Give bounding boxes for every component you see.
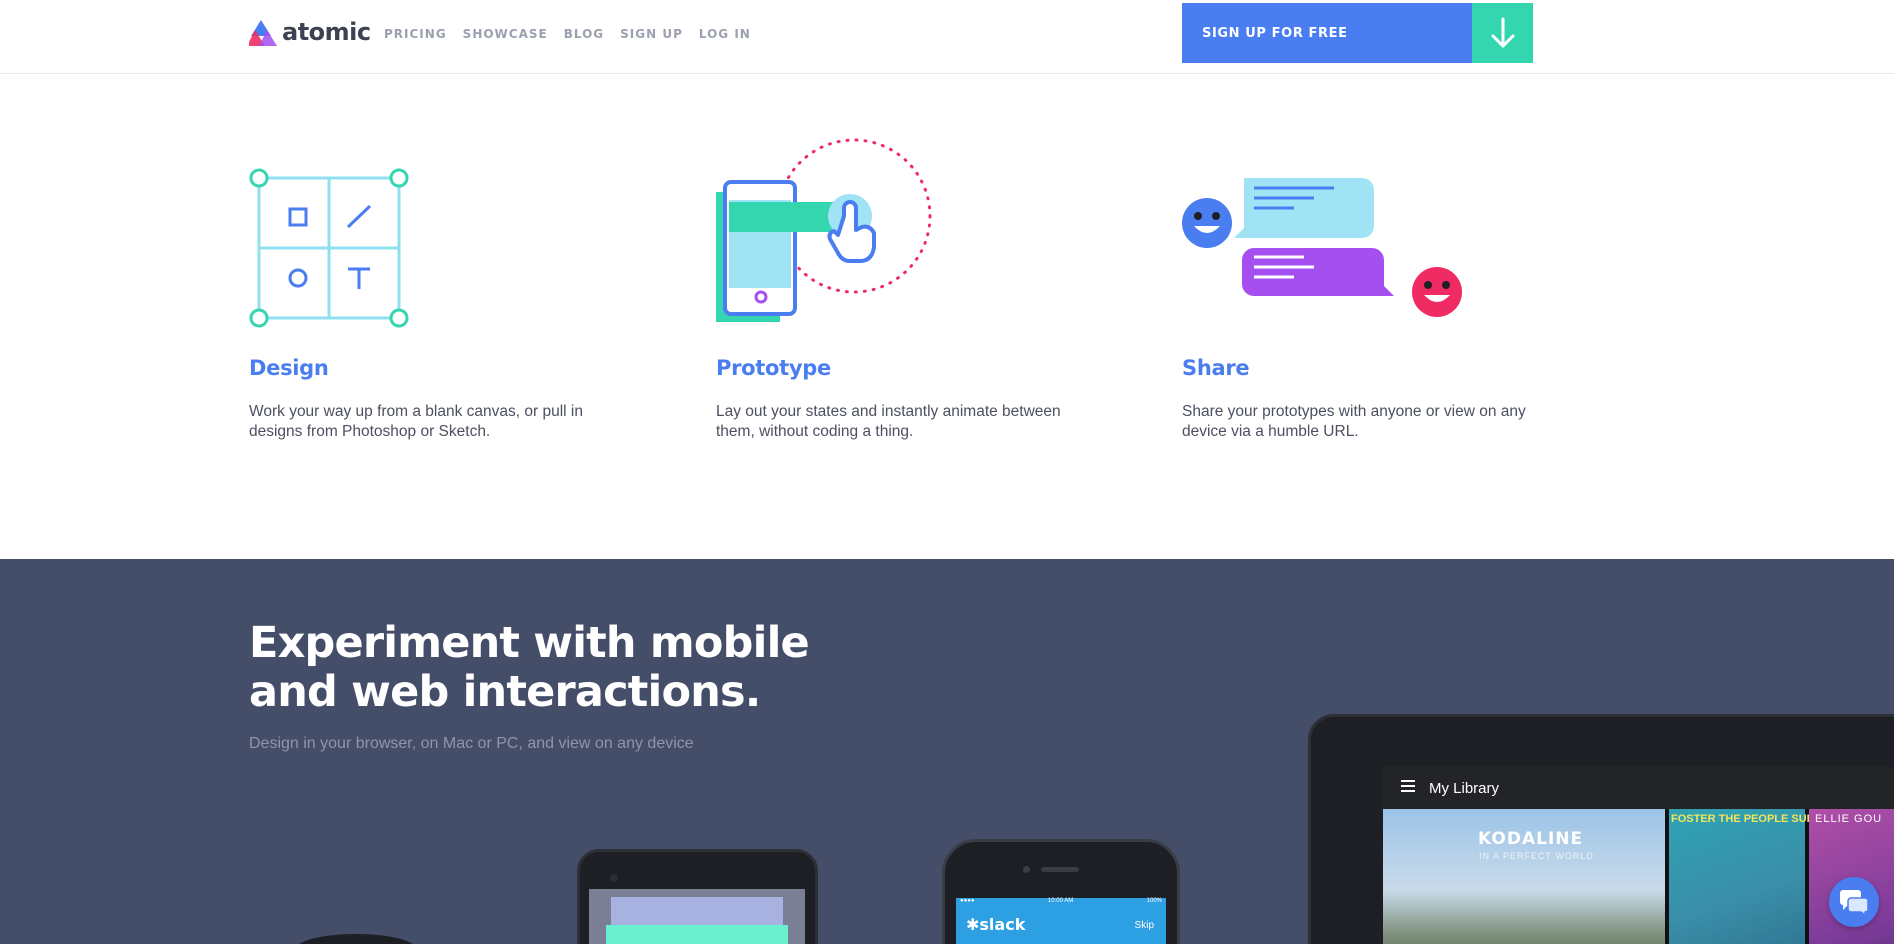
main-nav: PRICING SHOWCASE BLOG SIGN UP LOG IN xyxy=(384,27,751,41)
android-device xyxy=(577,849,818,944)
screen-panel xyxy=(606,925,788,944)
feature-title: Design xyxy=(249,356,329,380)
showcase-subline: Design in your browser, on Mac or PC, an… xyxy=(249,735,694,752)
library-title: My Library xyxy=(1429,779,1500,797)
album-title: ELLIE GOU xyxy=(1815,813,1883,825)
feature-title: Share xyxy=(1182,356,1250,380)
album-title: KODALINE xyxy=(1478,829,1584,849)
headline-line-1: Experiment with mobile xyxy=(249,618,810,668)
site-header: atomic PRICING SHOWCASE BLOG SIGN UP LOG… xyxy=(0,0,1894,74)
speaker-icon xyxy=(1041,867,1079,872)
headline-line-2: and web interactions. xyxy=(249,667,761,717)
skip-button: Skip xyxy=(1134,920,1154,931)
feature-description: Work your way up from a blank canvas, or… xyxy=(249,403,583,440)
camera-icon xyxy=(1023,866,1030,873)
arrow-down-icon xyxy=(1472,3,1533,63)
nav-blog[interactable]: BLOG xyxy=(564,27,604,41)
chat-widget-button[interactable] xyxy=(1829,877,1879,927)
logo-text: atomic xyxy=(282,18,371,46)
status-bar: ●●●● 10:00 AM 100% xyxy=(956,898,1166,906)
logo[interactable]: atomic xyxy=(247,17,371,47)
nav-showcase[interactable]: SHOWCASE xyxy=(463,27,548,41)
status-time: 10:00 AM xyxy=(1047,898,1074,904)
menu-icon xyxy=(1401,779,1415,797)
battery-level: 100% xyxy=(1146,898,1162,904)
sign-up-free-button[interactable]: SIGN UP FOR FREE xyxy=(1182,3,1533,63)
tablet-device: My Library KODALINE IN A PERFECT WORLD F… xyxy=(1308,714,1894,944)
showcase-headline: Experiment with mobile and web interacti… xyxy=(249,619,849,717)
album-cover: FOSTER THE PEOPLE SUPERMODEL xyxy=(1669,809,1869,944)
nav-sign-up[interactable]: SIGN UP xyxy=(620,27,683,41)
watch-device xyxy=(296,934,416,944)
iphone-device: ●●●● 10:00 AM 100% ✱slack Skip xyxy=(942,839,1180,944)
iphone-screen: ●●●● 10:00 AM 100% ✱slack Skip xyxy=(956,898,1166,944)
feature-description: Lay out your states and instantly animat… xyxy=(716,403,1061,440)
chat-icon xyxy=(1839,886,1869,919)
slack-icon: ✱ xyxy=(966,915,980,934)
tablet-app-bar: My Library xyxy=(1383,767,1894,809)
nav-log-in[interactable]: LOG IN xyxy=(699,27,751,41)
album-cover: KODALINE IN A PERFECT WORLD xyxy=(1383,809,1665,944)
signal-icon: ●●●● xyxy=(960,898,975,904)
slack-logo: ✱slack xyxy=(966,915,1025,934)
android-screen xyxy=(589,889,805,944)
prototype-illustration xyxy=(716,130,946,335)
feature-description: Share your prototypes with anyone or vie… xyxy=(1182,403,1526,440)
sign-up-free-label: SIGN UP FOR FREE xyxy=(1182,3,1472,63)
atomic-logo-icon xyxy=(247,18,279,46)
album-subtitle: IN A PERFECT WORLD xyxy=(1479,851,1594,861)
design-illustration xyxy=(249,130,419,335)
showcase-section: Experiment with mobile and web interacti… xyxy=(0,559,1894,944)
share-illustration xyxy=(1182,130,1482,335)
slack-wordmark: slack xyxy=(979,915,1026,934)
camera-icon xyxy=(610,874,618,882)
nav-pricing[interactable]: PRICING xyxy=(384,27,447,41)
feature-title: Prototype xyxy=(716,356,831,380)
tablet-screen: My Library KODALINE IN A PERFECT WORLD F… xyxy=(1383,767,1894,944)
